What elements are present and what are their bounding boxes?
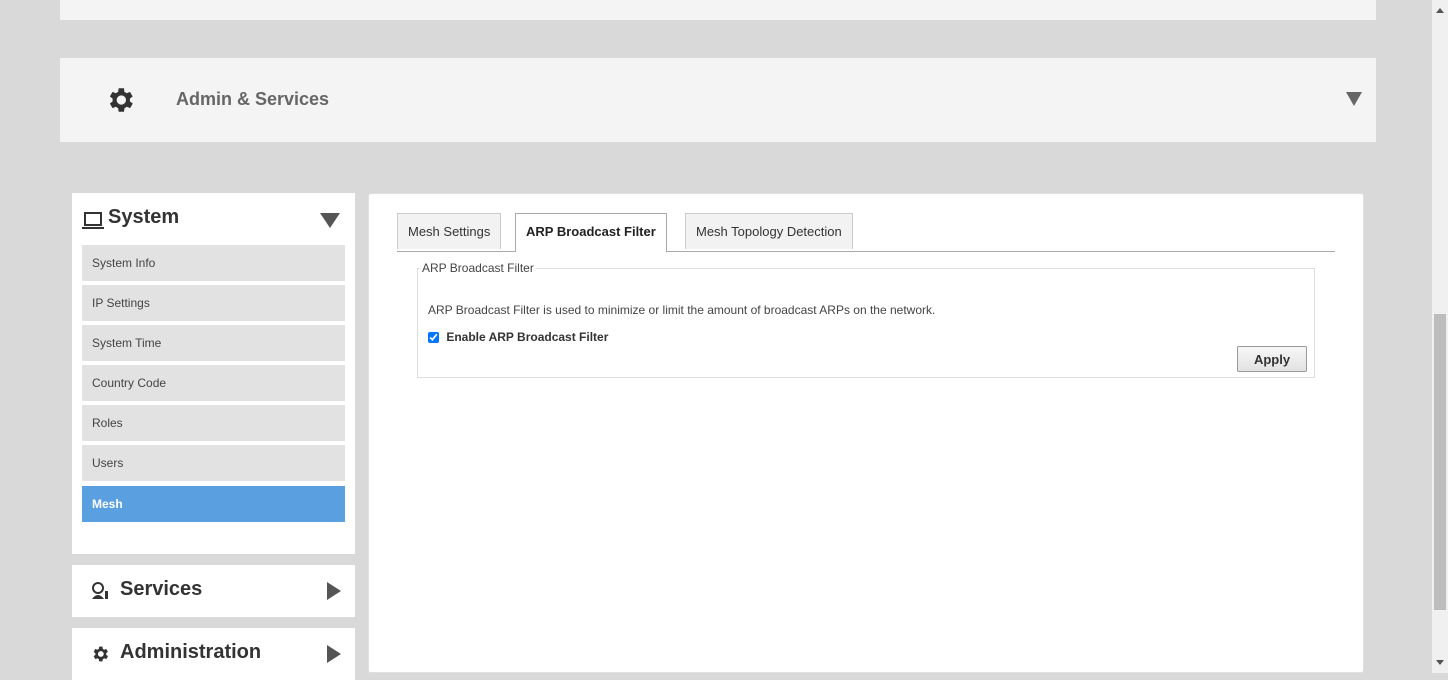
sidebar-item-ip-settings[interactable]: IP Settings	[82, 285, 345, 321]
tab-arp-broadcast-filter[interactable]: ARP Broadcast Filter	[515, 213, 667, 252]
scroll-down-icon[interactable]	[1436, 660, 1444, 665]
sidebar-item-mesh[interactable]: Mesh	[82, 486, 345, 522]
gear-icon	[93, 646, 108, 662]
system-label: System	[108, 206, 180, 228]
mesh-content-panel: Mesh Settings ARP Broadcast Filter Mesh …	[368, 193, 1364, 673]
sidebar-item-roles[interactable]: Roles	[82, 405, 345, 441]
arp-filter-legend: ARP Broadcast Filter	[422, 261, 534, 275]
laptop-icon	[82, 212, 104, 229]
caret-right-icon[interactable]	[327, 645, 341, 663]
vertical-scrollbar[interactable]	[1432, 0, 1448, 673]
tab-mesh-settings[interactable]: Mesh Settings	[397, 213, 502, 249]
system-section-header[interactable]: System	[82, 205, 345, 235]
apply-button[interactable]: Apply	[1237, 346, 1307, 372]
caret-down-icon[interactable]	[320, 213, 340, 228]
caret-down-icon[interactable]	[1346, 92, 1362, 106]
administration-label: Administration	[120, 641, 262, 663]
services-label: Services	[120, 578, 203, 600]
sidebar-item-country-code[interactable]: Country Code	[82, 365, 345, 401]
arp-filter-description: ARP Broadcast Filter is used to minimize…	[428, 303, 936, 317]
arp-filter-group: ARP Broadcast Filter ARP Broadcast Filte…	[417, 261, 1315, 378]
tab-mesh-topology-detection[interactable]: Mesh Topology Detection	[685, 213, 853, 249]
gear-icon	[109, 88, 133, 112]
system-sidebar: System System Info IP Settings System Ti…	[72, 193, 355, 554]
services-section[interactable]: Services	[72, 565, 355, 617]
services-icon	[92, 582, 108, 599]
enable-arp-filter-checkbox[interactable]	[428, 332, 439, 343]
administration-section[interactable]: Administration	[72, 628, 355, 680]
scroll-up-icon[interactable]	[1436, 8, 1444, 13]
enable-arp-filter-row[interactable]: Enable ARP Broadcast Filter	[428, 330, 608, 344]
scroll-thumb[interactable]	[1434, 314, 1446, 610]
admin-services-title: Admin & Services	[176, 89, 330, 109]
enable-arp-filter-label: Enable ARP Broadcast Filter	[446, 330, 609, 344]
sidebar-item-system-info[interactable]: System Info	[82, 245, 345, 281]
sidebar-item-system-time[interactable]: System Time	[82, 325, 345, 361]
top-panel-strip	[60, 0, 1376, 20]
sidebar-item-users[interactable]: Users	[82, 445, 345, 481]
caret-right-icon[interactable]	[327, 582, 341, 600]
mesh-tabs: Mesh Settings ARP Broadcast Filter Mesh …	[397, 211, 1335, 252]
admin-services-header[interactable]: Admin & Services	[60, 58, 1376, 142]
